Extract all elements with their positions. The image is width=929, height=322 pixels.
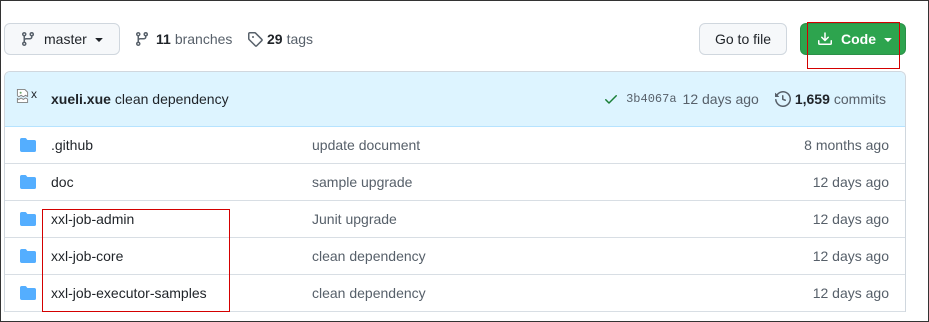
file-commit-age: 12 days ago	[812, 211, 889, 227]
file-commit-message-link[interactable]: update document	[312, 127, 420, 163]
file-browser: x xueli.xue clean dependency 3b4067a 12 …	[4, 71, 906, 312]
file-name-link[interactable]: xxl-job-executor-samples	[51, 275, 207, 311]
file-commit-age: 12 days ago	[812, 248, 889, 264]
file-row: .github update document 8 months ago	[5, 127, 905, 164]
go-to-file-button[interactable]: Go to file	[699, 23, 787, 55]
file-commit-age: 12 days ago	[812, 285, 889, 301]
code-button[interactable]: Code	[800, 23, 906, 55]
file-row: xxl-job-core clean dependency 12 days ag…	[5, 238, 905, 275]
file-name-link[interactable]: xxl-job-admin	[51, 201, 134, 237]
branches-link[interactable]: 11 branches	[134, 23, 232, 55]
file-commit-message-link[interactable]: Junit upgrade	[312, 201, 397, 237]
file-name-link[interactable]: doc	[51, 164, 74, 200]
tags-label: tags	[286, 31, 314, 47]
commit-history-link[interactable]: 1,659 commits	[775, 91, 886, 107]
file-commit-message-link[interactable]: sample upgrade	[312, 164, 412, 200]
file-commit-message-link[interactable]: clean dependency	[312, 275, 426, 311]
branch-selector-label: master	[44, 31, 87, 47]
code-button-label: Code	[841, 31, 876, 47]
file-commit-age: 12 days ago	[812, 174, 889, 190]
folder-icon	[20, 211, 36, 227]
avatar-alt-text: x	[31, 87, 37, 101]
commit-age-link[interactable]: 12 days ago	[683, 91, 759, 107]
tags-link[interactable]: 29 tags	[247, 23, 313, 55]
caret-down-icon	[91, 31, 107, 47]
broken-image-icon	[16, 89, 29, 103]
folder-icon	[20, 174, 36, 190]
branch-selector-button[interactable]: master	[4, 23, 120, 55]
file-commit-message-link[interactable]: clean dependency	[312, 238, 426, 274]
folder-icon	[20, 285, 36, 301]
latest-commit-message-link[interactable]: clean dependency	[115, 91, 229, 107]
file-row: xxl-job-executor-samples clean dependenc…	[5, 275, 905, 312]
file-row: xxl-job-admin Junit upgrade 12 days ago	[5, 201, 905, 238]
commit-sha-link[interactable]: 3b4067a	[626, 92, 676, 106]
tag-icon	[247, 31, 263, 47]
download-icon	[817, 31, 833, 47]
history-icon	[775, 91, 791, 107]
file-commit-age: 8 months ago	[804, 137, 889, 153]
file-name-link[interactable]: .github	[51, 127, 93, 163]
git-branch-icon	[20, 31, 36, 47]
commit-count-label: commits	[833, 91, 886, 107]
file-row: doc sample upgrade 12 days ago	[5, 164, 905, 201]
caret-down-icon	[880, 31, 896, 47]
branches-count: 11	[156, 31, 171, 47]
commit-author-link[interactable]: xueli.xue	[51, 91, 111, 107]
git-branch-icon	[134, 31, 150, 47]
commit-meta: 3b4067a 12 days ago 1,659 commits	[603, 91, 905, 107]
branches-label: branches	[174, 31, 233, 47]
folder-icon	[20, 137, 36, 153]
latest-commit-bar: x xueli.xue clean dependency 3b4067a 12 …	[5, 72, 905, 127]
file-name-link[interactable]: xxl-job-core	[51, 238, 123, 274]
check-icon[interactable]	[603, 91, 619, 107]
go-to-file-label: Go to file	[714, 31, 772, 47]
commit-count: 1,659	[794, 91, 830, 107]
folder-icon	[20, 248, 36, 264]
tags-count: 29	[267, 31, 283, 47]
author-avatar[interactable]: x	[16, 88, 40, 110]
